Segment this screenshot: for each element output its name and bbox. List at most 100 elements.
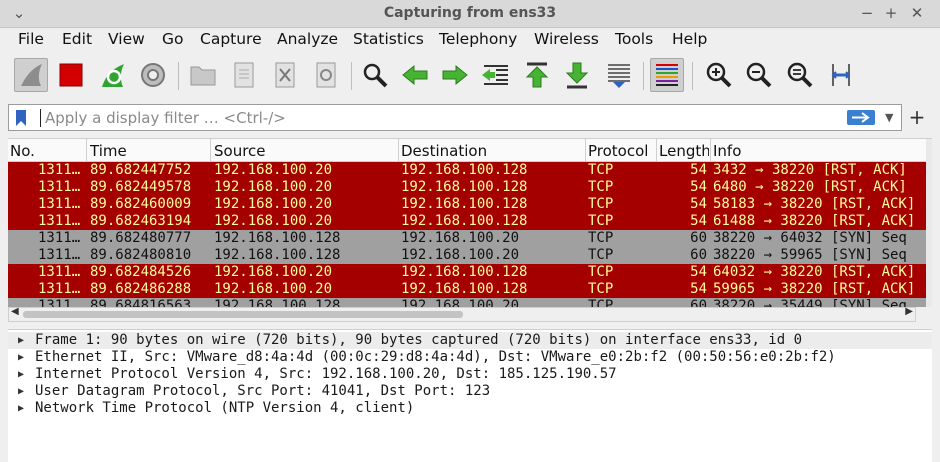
packet-no: 1311… [38, 247, 81, 263]
maximize-button[interactable]: + [880, 3, 902, 23]
menu-statistics[interactable]: Statistics [353, 30, 424, 48]
packet-source: 192.168.100.20 [214, 281, 333, 297]
detail-tree-item-udp[interactable]: ▶ User Datagram Protocol, Src Port: 4104… [8, 383, 932, 400]
close-button[interactable]: ✕ [906, 3, 928, 23]
packet-info: 59965 → 38220 [RST, ACK] [713, 281, 916, 297]
detail-item-text: Network Time Protocol (NTP Version 4, cl… [35, 400, 415, 416]
zoom-out-icon[interactable] [742, 58, 776, 92]
autoscroll-icon[interactable] [602, 58, 636, 92]
shark-fin-icon[interactable] [14, 58, 48, 92]
packet-row[interactable]: 1311… 89.682447752 192.168.100.20 192.16… [8, 162, 932, 179]
display-filter-bar: ▼ [8, 104, 902, 131]
packet-row[interactable]: 1311… 89.682460009 192.168.100.20 192.16… [8, 196, 932, 213]
expand-arrow-icon[interactable]: ▶ [18, 366, 24, 383]
packet-info: 61488 → 38220 [RST, ACK] [713, 213, 916, 229]
menu-tools[interactable]: Tools [615, 30, 653, 48]
detail-tree-item-frame[interactable]: ▶ Frame 1: 90 bytes on wire (720 bits), … [8, 332, 932, 349]
menu-file[interactable]: File [18, 30, 44, 48]
stop-square-icon[interactable] [54, 58, 88, 92]
detail-tree-item-ethernet[interactable]: ▶ Ethernet II, Src: VMware_d8:4a:4d (00:… [8, 349, 932, 366]
display-filter-input[interactable] [43, 106, 827, 130]
bookmark-icon[interactable] [14, 109, 28, 131]
packet-source: 192.168.100.128 [214, 230, 341, 246]
packet-protocol: TCP [588, 264, 614, 280]
packet-length: 54 [690, 281, 707, 297]
open-folder-icon[interactable] [186, 58, 220, 92]
main-toolbar [0, 53, 940, 99]
resize-columns-icon[interactable] [824, 58, 858, 92]
go-to-packet-icon[interactable] [478, 58, 512, 92]
scroll-corner [916, 307, 932, 322]
packet-info: 58183 → 38220 [RST, ACK] [713, 196, 916, 212]
packet-no: 1311… [38, 162, 81, 178]
add-filter-button[interactable]: + [906, 105, 928, 129]
close-file-icon[interactable] [268, 58, 302, 92]
packet-protocol: TCP [588, 162, 614, 178]
menu-view[interactable]: View [108, 30, 145, 48]
packet-row[interactable]: 1311… 89.682480810 192.168.100.128 192.1… [8, 247, 932, 264]
scroll-left-icon[interactable]: ◀ [11, 306, 19, 317]
packet-info: 64032 → 38220 [RST, ACK] [713, 264, 916, 280]
last-packet-icon[interactable] [560, 58, 594, 92]
chevron-down-icon[interactable]: ▼ [885, 111, 893, 124]
expand-arrow-icon[interactable]: ▶ [18, 383, 24, 400]
first-packet-icon[interactable] [520, 58, 554, 92]
packet-no: 1311… [38, 264, 81, 280]
scroll-right-icon[interactable]: ▶ [905, 306, 913, 317]
packet-list-vertical-scrollbar[interactable] [926, 139, 932, 311]
packet-list-horizontal-scrollbar[interactable]: ◀ ▶ [8, 306, 916, 322]
go-back-icon[interactable] [398, 58, 432, 92]
packet-destination: 192.168.100.128 [401, 281, 528, 297]
scrollbar-thumb[interactable] [23, 311, 463, 318]
packet-time: 89.682449578 [90, 179, 192, 195]
column-header-length[interactable]: Length [659, 142, 709, 160]
zoom-in-icon[interactable] [702, 58, 736, 92]
packet-protocol: TCP [588, 196, 614, 212]
find-magnifier-icon[interactable] [358, 58, 392, 92]
packet-length: 60 [690, 230, 707, 246]
menu-bar: File Edit View Go Capture Analyze Statis… [0, 28, 940, 52]
packet-row[interactable]: 1311… 89.682480777 192.168.100.128 192.1… [8, 230, 932, 247]
capture-options-gear-icon[interactable] [136, 58, 170, 92]
menu-telephony[interactable]: Telephony [439, 30, 517, 48]
packet-source: 192.168.100.20 [214, 162, 333, 178]
column-header-info[interactable]: Info [713, 142, 913, 160]
packet-destination: 192.168.100.128 [401, 162, 528, 178]
reload-file-icon[interactable] [309, 58, 343, 92]
detail-item-text: Internet Protocol Version 4, Src: 192.16… [35, 366, 617, 382]
expand-arrow-icon[interactable]: ▶ [18, 400, 24, 417]
detail-tree-item-ntp[interactable]: ▶ Network Time Protocol (NTP Version 4, … [8, 400, 932, 417]
packet-row[interactable]: 1311… 89.682449578 192.168.100.20 192.16… [8, 179, 932, 196]
menu-help[interactable]: Help [672, 30, 707, 48]
normal-size-icon[interactable] [783, 58, 817, 92]
save-file-icon[interactable] [227, 58, 261, 92]
column-header-destination[interactable]: Destination [401, 142, 583, 160]
packet-info: 3432 → 38220 [RST, ACK] [713, 162, 907, 178]
detail-item-text: Ethernet II, Src: VMware_d8:4a:4d (00:0c… [35, 349, 836, 365]
packet-time: 89.682463194 [90, 213, 192, 229]
packet-row[interactable]: 1311… 89.682486288 192.168.100.20 192.16… [8, 281, 932, 298]
expand-arrow-icon[interactable]: ▶ [18, 349, 24, 366]
detail-item-text: Frame 1: 90 bytes on wire (720 bits), 90… [35, 332, 803, 348]
menu-analyze[interactable]: Analyze [277, 30, 338, 48]
packet-length: 54 [690, 162, 707, 178]
go-forward-icon[interactable] [438, 58, 472, 92]
colorize-icon[interactable] [650, 58, 684, 92]
menu-go[interactable]: Go [162, 30, 184, 48]
minimize-button[interactable]: − [856, 3, 878, 23]
column-header-protocol[interactable]: Protocol [588, 142, 654, 160]
detail-tree-item-ipv4[interactable]: ▶ Internet Protocol Version 4, Src: 192.… [8, 366, 932, 383]
expand-arrow-icon[interactable]: ▶ [18, 332, 24, 349]
menu-edit[interactable]: Edit [62, 30, 92, 48]
column-header-time[interactable]: Time [90, 142, 208, 160]
menu-capture[interactable]: Capture [200, 30, 262, 48]
column-header-no[interactable]: No. [10, 142, 84, 160]
column-header-source[interactable]: Source [214, 142, 396, 160]
packet-destination: 192.168.100.20 [401, 230, 520, 246]
restart-capture-icon[interactable] [95, 58, 129, 92]
packet-row[interactable]: 1311… 89.682484526 192.168.100.20 192.16… [8, 264, 932, 281]
packet-row[interactable]: 1311… 89.682463194 192.168.100.20 192.16… [8, 213, 932, 230]
apply-filter-arrow-icon[interactable] [847, 110, 875, 125]
packet-source: 192.168.100.20 [214, 196, 333, 212]
menu-wireless[interactable]: Wireless [534, 30, 599, 48]
